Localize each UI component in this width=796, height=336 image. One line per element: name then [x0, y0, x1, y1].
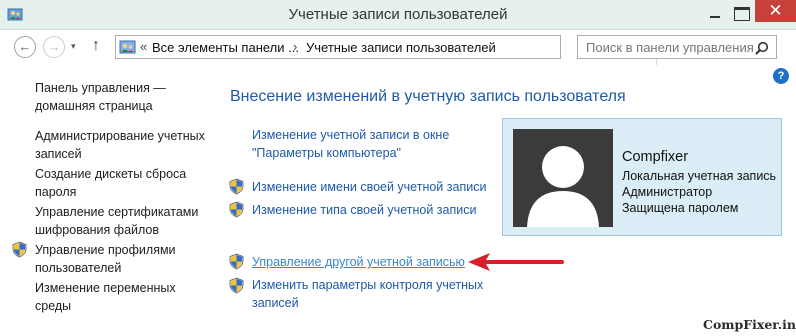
search-box[interactable]: Поиск в панели управления — [577, 35, 777, 59]
forward-button[interactable]: → — [43, 36, 65, 58]
search-input[interactable]: Поиск в панели управления — [586, 40, 754, 55]
uac-shield-icon — [229, 277, 244, 294]
user-account-card: Compfixer Локальная учетная запись Админ… — [502, 118, 782, 236]
maximize-button[interactable] — [734, 7, 750, 21]
title-bar: Учетные записи пользователей ✕ — [0, 0, 796, 30]
sidebar-home-link[interactable]: Панель управления — домашняя страница — [35, 79, 166, 115]
red-arrow-annotation — [468, 253, 564, 271]
user-password-status: Защищена паролем — [622, 201, 739, 215]
window-title: Учетные записи пользователей — [288, 6, 508, 23]
avatar — [513, 129, 613, 227]
uac-shield-icon — [229, 201, 244, 218]
page-title: Внесение изменений в учетную запись поль… — [230, 88, 626, 105]
user-silhouette-icon — [527, 146, 599, 227]
sidebar-item-encryption-certificates[interactable]: Управление сертификатами шифрования файл… — [35, 203, 198, 239]
user-account-type: Локальная учетная запись — [622, 169, 777, 183]
sidebar-item-environment-variables[interactable]: Изменение переменных среды — [35, 279, 176, 315]
sidebar-item-manage-accounts[interactable]: Администрирование учетных записей — [35, 127, 205, 163]
link-change-name[interactable]: Изменение имени своей учетной записи — [252, 178, 486, 196]
user-name: Compfixer — [622, 149, 689, 165]
control-panel-icon — [119, 40, 136, 54]
link-pc-settings[interactable]: Изменение учетной записи в окне "Парамет… — [252, 126, 449, 162]
link-manage-another-account[interactable]: Управление другой учетной записью — [252, 253, 465, 271]
help-icon[interactable]: ? — [773, 68, 789, 84]
sidebar-item-password-reset-disk[interactable]: Создание дискеты сброса пароля — [35, 165, 186, 201]
link-change-type[interactable]: Изменение типа своей учетной записи — [252, 201, 476, 219]
breadcrumb-parent[interactable]: Все элементы панели ... — [152, 40, 299, 55]
address-bar[interactable]: « Все элементы панели ... › Учетные запи… — [115, 35, 672, 65]
uac-shield-icon — [229, 178, 244, 195]
breadcrumb-separator[interactable]: › — [293, 39, 297, 54]
breadcrumb-current[interactable]: Учетные записи пользователей — [306, 40, 496, 55]
close-button[interactable]: ✕ — [755, 0, 796, 22]
link-uac-settings[interactable]: Изменить параметры контроля учетных запи… — [252, 276, 483, 312]
up-button[interactable]: ↑ — [92, 37, 100, 55]
history-dropdown-icon[interactable]: ▾ — [71, 41, 76, 52]
minimize-button[interactable] — [702, 8, 728, 22]
navigation-bar: ← → ▾ ↑ « Все элементы панели ... › Учет… — [0, 30, 796, 65]
back-button[interactable]: ← — [14, 36, 36, 58]
user-role: Администратор — [622, 185, 713, 199]
watermark: CompFixer.info — [703, 317, 796, 332]
breadcrumb-overflow[interactable]: « — [140, 39, 147, 54]
search-icon[interactable] — [755, 41, 769, 55]
uac-shield-icon — [12, 241, 27, 258]
uac-shield-icon — [229, 253, 244, 270]
sidebar-item-user-profiles[interactable]: Управление профилями пользователей — [35, 241, 176, 277]
